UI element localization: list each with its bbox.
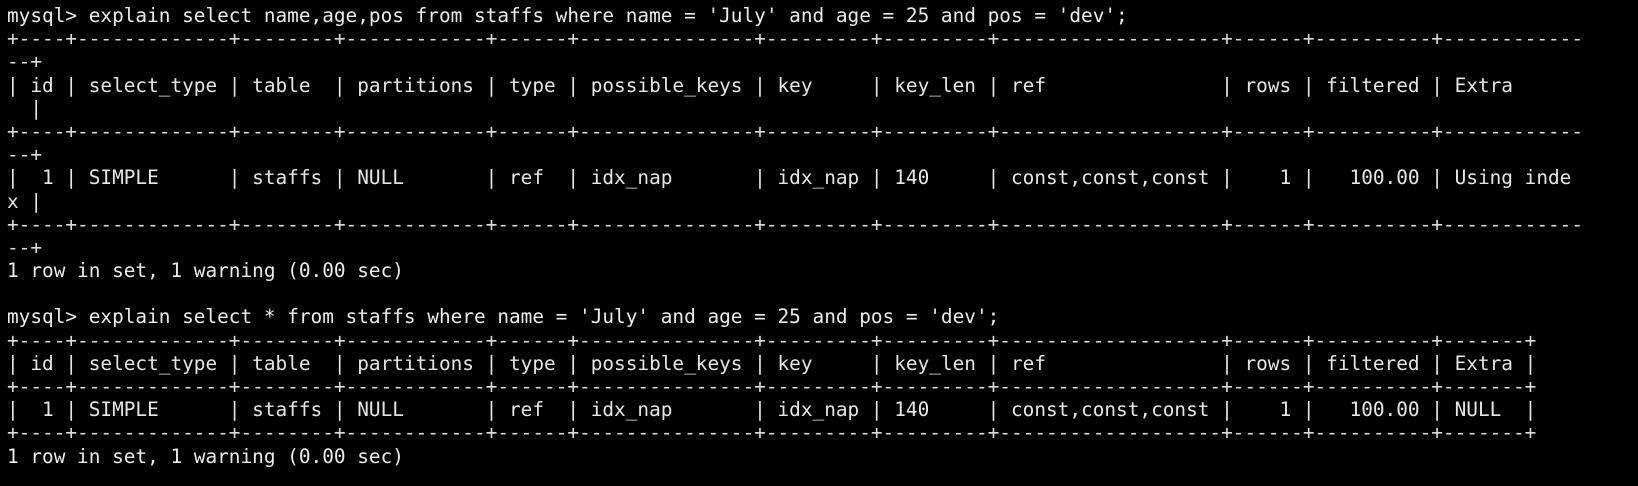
terminal-window[interactable]: mysql> explain select name,age,pos from … — [0, 0, 1638, 486]
table-border-line-wrap: --+ — [7, 143, 43, 167]
table-header-row: | id | select_type | table | partitions … — [7, 73, 1584, 97]
table-header-row-wrap: | — [7, 96, 43, 120]
table-border-line-wrap: --+ — [7, 50, 43, 74]
table-border-line: +----+-------------+--------+-----------… — [7, 328, 1537, 352]
table-border-line: +----+-------------+--------+-----------… — [7, 375, 1537, 398]
query-result-summary: 1 row in set, 1 warning (0.00 sec) — [7, 259, 404, 283]
mysql-prompt-line-2: mysql> explain select * from staffs wher… — [7, 305, 1000, 329]
table-data-row-wrap: x | — [7, 189, 43, 213]
table-header-row: | id | select_type | table | partitions … — [7, 351, 1537, 375]
table-border-line: +----+-------------+--------+-----------… — [7, 119, 1584, 143]
mysql-prompt-line-1: mysql> explain select name,age,pos from … — [7, 4, 1128, 27]
query-result-summary: 1 row in set, 1 warning (0.00 sec) — [7, 444, 404, 468]
table-border-line: +----+-------------+--------+-----------… — [7, 27, 1584, 51]
table-data-row: | 1 | SIMPLE | staffs | NULL | ref | idx… — [7, 398, 1537, 422]
table-border-line: +----+-------------+--------+-----------… — [7, 212, 1584, 236]
table-border-line-wrap: --+ — [7, 235, 43, 259]
table-data-row: | 1 | SIMPLE | staffs | NULL | ref | idx… — [7, 166, 1572, 190]
table-border-line: +----+-------------+--------+-----------… — [7, 421, 1537, 445]
